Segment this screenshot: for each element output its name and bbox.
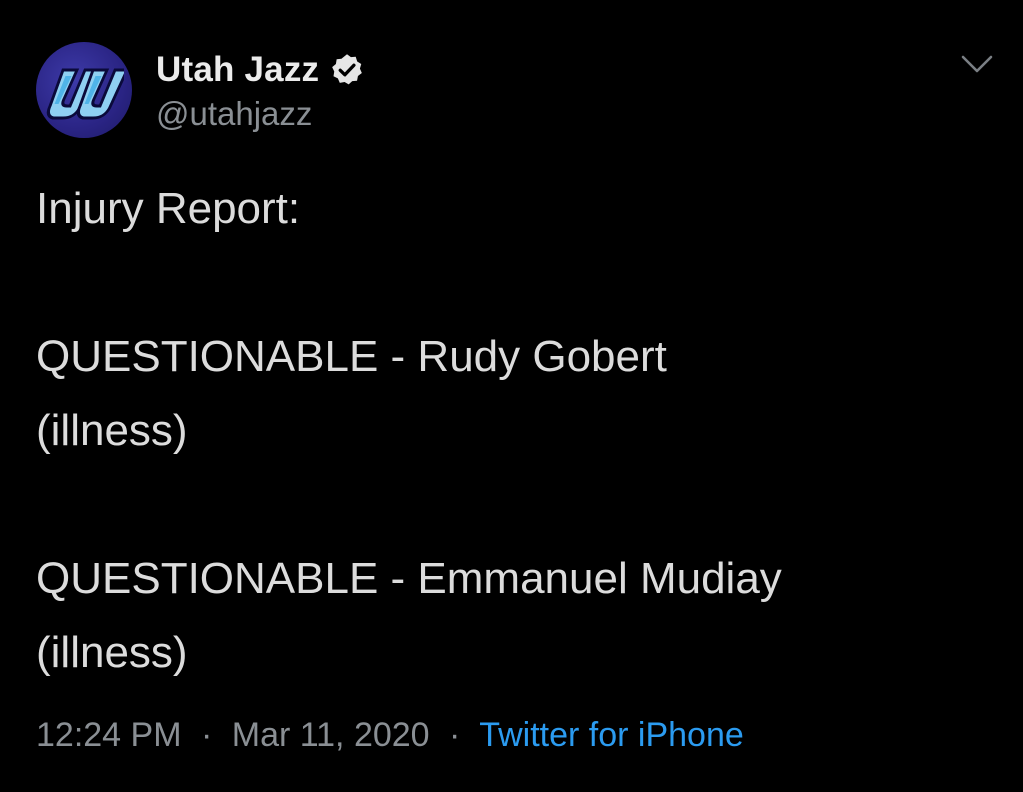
tweet-line: (illness) [36, 628, 188, 677]
tweet-card: Utah Jazz @utahjazz Injury Report: QUEST… [0, 0, 1023, 792]
chevron-down-icon[interactable] [959, 52, 995, 76]
display-name[interactable]: Utah Jazz [156, 50, 319, 90]
account-names: Utah Jazz @utahjazz [156, 47, 365, 133]
tweet-line: QUESTIONABLE - Emmanuel Mudiay [36, 554, 782, 603]
verified-badge-icon [329, 52, 365, 88]
handle[interactable]: @utahjazz [156, 95, 365, 133]
tweet-source-link[interactable]: Twitter for iPhone [479, 716, 744, 754]
meta-separator: · [200, 716, 213, 754]
tweet-header: Utah Jazz @utahjazz [36, 40, 365, 140]
meta-separator: · [449, 716, 461, 754]
tweet-line: QUESTIONABLE - Rudy Gobert [36, 332, 667, 381]
tweet-text: Injury Report: QUESTIONABLE - Rudy Gober… [36, 172, 996, 690]
avatar[interactable] [36, 42, 132, 138]
tweet-line: (illness) [36, 406, 188, 455]
tweet-line-gap [36, 246, 996, 320]
tweet-line: Injury Report: [36, 184, 301, 233]
tweet-meta: 12:24 PM · Mar 11, 2020 · Twitter for iP… [36, 716, 744, 755]
tweet-line-gap [36, 468, 996, 542]
tweet-time[interactable]: 12:24 PM [36, 716, 182, 754]
tweet-date[interactable]: Mar 11, 2020 [232, 716, 430, 754]
name-row: Utah Jazz [156, 47, 365, 93]
utah-jazz-logo-icon [46, 68, 124, 120]
